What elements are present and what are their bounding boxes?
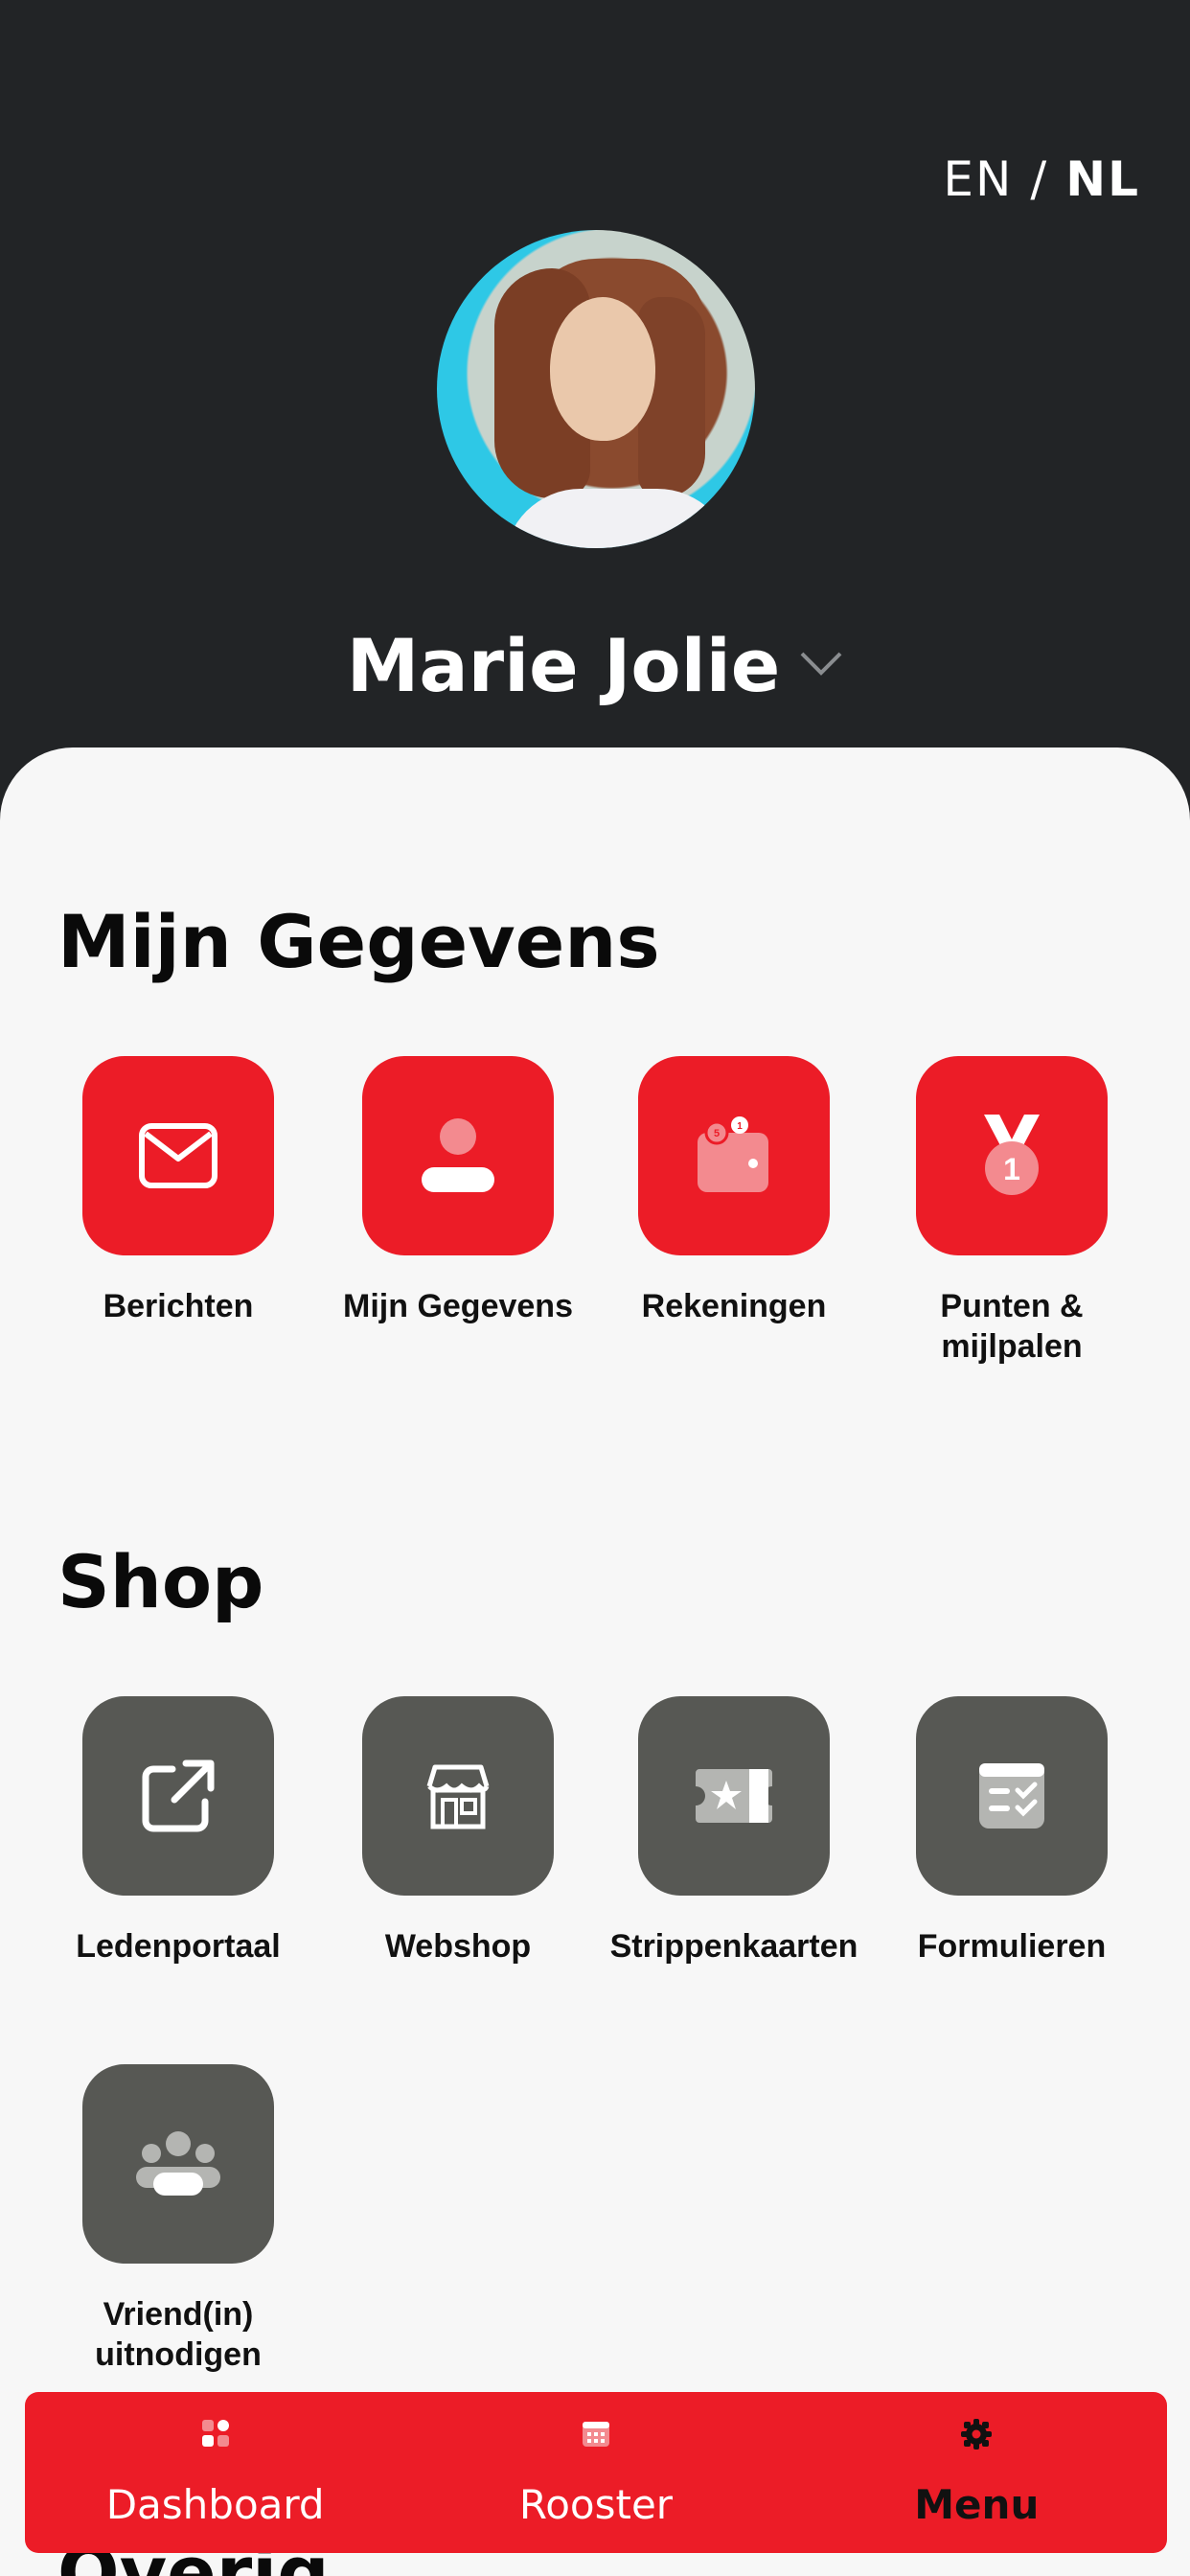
bottom-nav: Dashboard Rooster Menu	[25, 2392, 1167, 2553]
calendar-icon	[582, 2421, 609, 2447]
external-link-icon	[142, 1760, 215, 1832]
svg-text:1: 1	[737, 1121, 743, 1132]
gear-icon	[961, 2418, 993, 2450]
language-switcher: EN / NL	[943, 151, 1140, 207]
lang-nl[interactable]: NL	[1065, 151, 1140, 207]
tile-mijn-gegevens[interactable]: Mijn Gegevens	[343, 1056, 573, 1326]
ticket-icon	[696, 1769, 772, 1823]
nav-label: Menu	[914, 2480, 1040, 2528]
tile-label: Mijn Gegevens	[343, 1288, 573, 1324]
svg-text:1: 1	[1003, 1152, 1020, 1186]
chevron-down-icon	[800, 652, 842, 676]
tile-ledenportaal[interactable]: Ledenportaal	[76, 1696, 281, 1966]
lang-separator: /	[1030, 151, 1049, 207]
nav-rooster[interactable]: Rooster	[452, 2418, 740, 2528]
store-icon	[426, 1764, 490, 1829]
tile-vriend-uitnodigen[interactable]: Vriend(in) uitnodigen	[82, 2064, 274, 2375]
tile-webshop[interactable]: Webshop	[362, 1696, 554, 1966]
nav-label: Rooster	[518, 2480, 674, 2528]
svg-text:5: 5	[714, 1128, 720, 1139]
nav-label: Dashboard	[105, 2480, 325, 2528]
form-icon	[979, 1763, 1044, 1828]
nav-menu[interactable]: Menu	[833, 2418, 1120, 2528]
tile-label: Formulieren	[917, 1928, 1107, 1965]
profile-name: Marie Jolie	[346, 623, 781, 708]
tile-strippenkaarten[interactable]: Strippenkaarten	[610, 1696, 858, 1966]
tile-rekeningen[interactable]: 1 5 Rekeningen	[638, 1056, 830, 1326]
nav-dashboard[interactable]: Dashboard	[72, 2418, 359, 2528]
section-title-shop: Shop	[57, 1539, 264, 1624]
tile-label: Ledenportaal	[76, 1928, 281, 1965]
tile-label: Vriend(in) uitnodigen	[95, 2296, 262, 2373]
wallet-icon: 1 5	[698, 1116, 768, 1192]
medal-icon: 1	[984, 1115, 1040, 1195]
avatar[interactable]	[437, 230, 755, 548]
tile-label: Berichten	[103, 1288, 254, 1324]
tile-formulieren[interactable]: Formulieren	[916, 1696, 1108, 1966]
profile-switcher[interactable]: Marie Jolie	[0, 623, 1190, 708]
envelope-icon	[139, 1123, 217, 1188]
group-icon	[136, 2131, 220, 2196]
lang-en[interactable]: EN	[943, 151, 1013, 207]
tile-berichten[interactable]: Berichten	[82, 1056, 274, 1326]
profile-header: EN / NL Marie Jolie	[0, 0, 1190, 767]
user-icon	[422, 1118, 494, 1192]
section-title-mijn-gegevens: Mijn Gegevens	[57, 899, 660, 984]
tile-label: Webshop	[384, 1928, 532, 1965]
tile-label: Punten & mijlpalen	[940, 1288, 1084, 1365]
tile-punten-mijlpalen[interactable]: 1 Punten & mijlpalen	[916, 1056, 1108, 1367]
tile-label: Strippenkaarten	[609, 1928, 858, 1965]
dashboard-icon	[201, 2419, 229, 2447]
tile-label: Rekeningen	[641, 1288, 827, 1324]
